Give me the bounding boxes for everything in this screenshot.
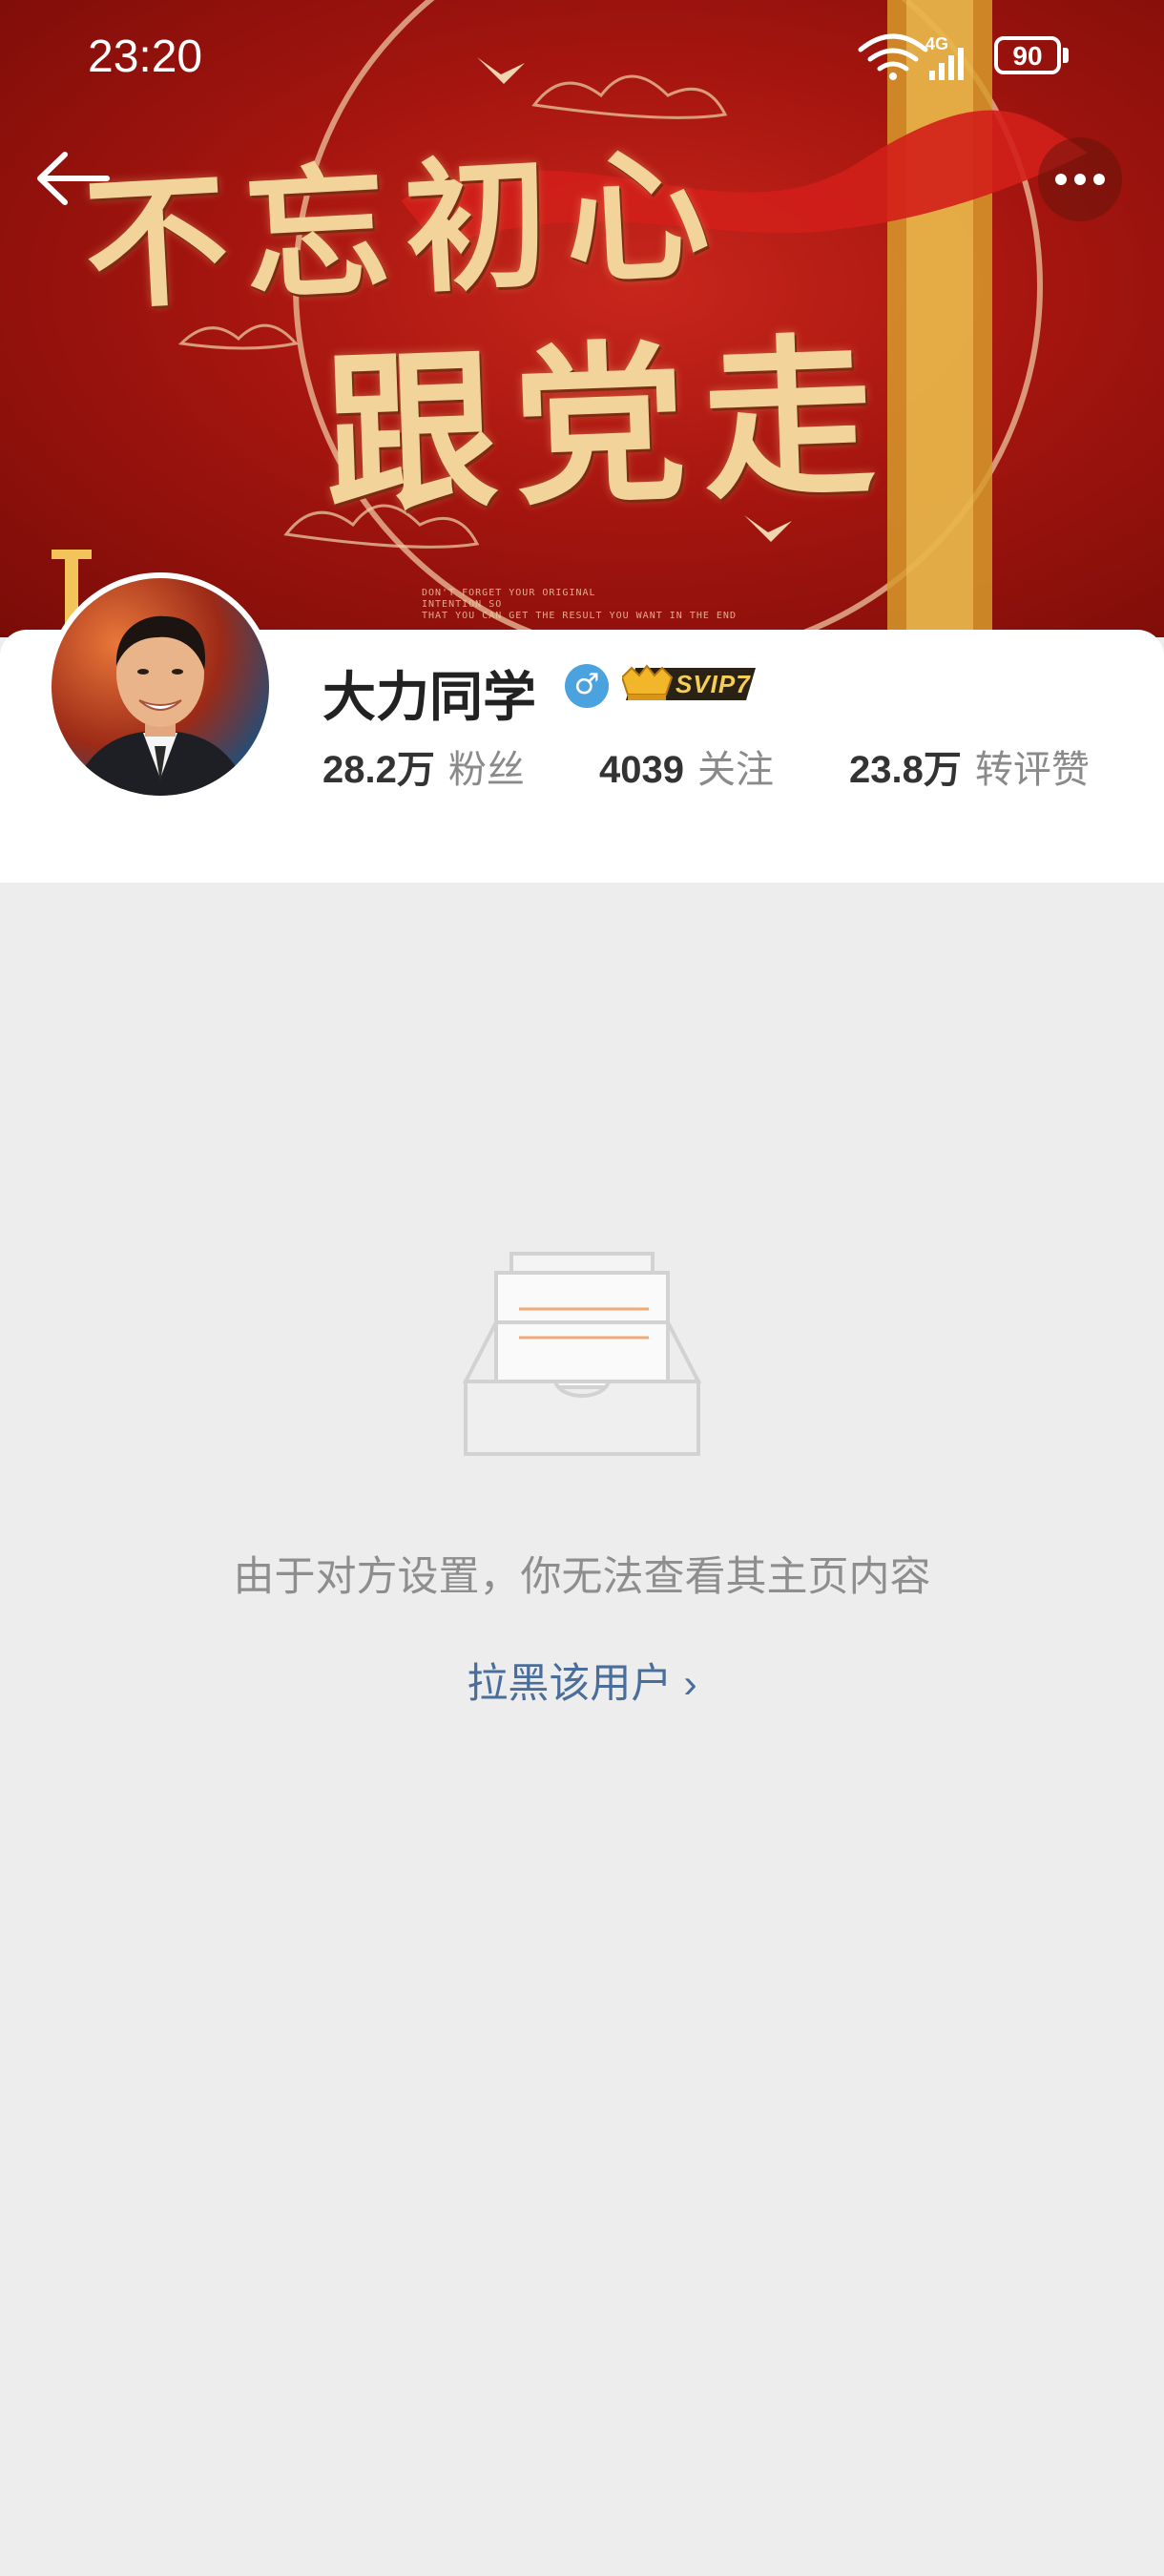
profile-username: 大力同学 — [322, 667, 536, 727]
more-button[interactable] — [1038, 137, 1122, 221]
following-count: 4039 — [599, 749, 684, 791]
more-horizontal-icon — [1055, 174, 1105, 185]
back-button[interactable] — [32, 145, 118, 212]
empty-inbox-icon — [462, 1252, 702, 1456]
block-user-label: 拉黑该用户 — [467, 1661, 673, 1707]
signal-4g-icon: 4G — [925, 34, 964, 80]
reposts-likes-label: 转评赞 — [974, 749, 1090, 791]
avatar[interactable] — [46, 572, 275, 801]
following-label: 关注 — [696, 749, 774, 791]
male-icon: ♂ — [565, 664, 609, 708]
followers-count: 28.2万 — [322, 749, 435, 791]
stat-reposts-likes[interactable]: 23.8万 转评赞 — [849, 738, 1090, 794]
avatar-photo — [52, 578, 269, 796]
chevron-right-icon: › — [683, 1661, 697, 1707]
svip-label: SVIP7 — [676, 670, 751, 698]
battery-tip — [1063, 48, 1069, 63]
reposts-likes-count: 23.8万 — [849, 749, 962, 791]
profile-cover-banner: 不忘初心 跟党走 DON'T FORGET YOUR ORIGINAL INTE… — [0, 0, 1164, 637]
banner-slogan-line2: 跟党走 — [322, 315, 896, 537]
network-label: 4G — [925, 34, 948, 53]
stat-following[interactable]: 4039 关注 — [599, 738, 774, 794]
battery-icon: 90 — [994, 36, 1061, 74]
restricted-message: 由于对方设置，你无法查看其主页内容 — [233, 1554, 931, 1600]
banner-caption: DON'T FORGET YOUR ORIGINAL INTENTION SO … — [422, 588, 737, 621]
crown-icon — [622, 664, 674, 700]
followers-label: 粉丝 — [447, 749, 525, 791]
stat-followers[interactable]: 28.2万 粉丝 — [322, 738, 525, 794]
wifi-icon — [858, 33, 928, 80]
block-user-link[interactable]: 拉黑该用户 › — [0, 1651, 1164, 1710]
arrow-left-icon — [37, 152, 110, 205]
status-time: 23:20 — [88, 31, 203, 82]
